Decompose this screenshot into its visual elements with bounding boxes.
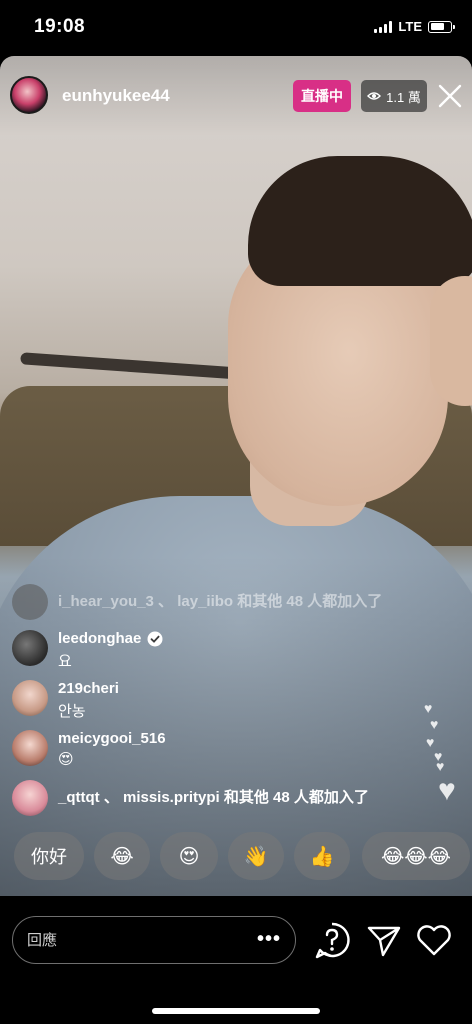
comment-username[interactable]: 219cheri <box>58 680 119 697</box>
comment-avatar[interactable] <box>12 680 48 716</box>
verified-badge-icon <box>147 631 163 646</box>
comment-item: meicygooi_516 😍 <box>12 730 166 768</box>
viewer-count: 1.1 萬 <box>386 89 421 105</box>
reply-field[interactable]: ••• <box>12 916 296 964</box>
join-users: i_hear_you_3 、 lay_iibo <box>58 593 234 610</box>
join-users: _qttqt 、 missis.pritypi <box>58 789 220 806</box>
quick-reply-wave[interactable]: 👋 <box>228 832 284 880</box>
question-icon[interactable] <box>312 920 352 960</box>
comment-avatar[interactable] <box>12 630 48 666</box>
bottom-bar: ••• <box>0 896 472 1024</box>
signal-icon <box>374 20 393 33</box>
quick-reply-thumbs-up[interactable]: 👍 <box>294 832 350 880</box>
comment-message: 안농 <box>58 703 86 720</box>
status-time: 19:08 <box>34 16 86 37</box>
quick-reply-hello[interactable]: 你好 <box>14 832 84 880</box>
viewer-count-button[interactable]: 1.1 萬 <box>361 80 427 112</box>
comment-avatar[interactable] <box>12 730 48 766</box>
heart-icon: ♥ <box>424 700 433 716</box>
comment-message: 요 <box>58 653 72 670</box>
eye-icon <box>367 92 382 100</box>
like-heart-icon[interactable] <box>414 920 454 960</box>
comment-item: 219cheri 안농 <box>12 680 119 721</box>
quick-reply-heart-eyes[interactable]: 😍 <box>160 832 218 880</box>
heart-icon: ♥ <box>436 758 445 774</box>
comment-username[interactable]: leedonghae <box>58 630 141 647</box>
send-icon[interactable] <box>364 920 404 960</box>
heart-icon: ♥ <box>438 774 456 807</box>
host-avatar[interactable] <box>10 76 48 114</box>
quick-reply-bar: 你好 😂 😍 👋 👍 😂😂😂 <box>0 832 472 882</box>
live-video <box>0 56 472 896</box>
home-indicator <box>152 1008 320 1014</box>
join-avatar[interactable] <box>12 584 48 620</box>
live-badge: 直播中 <box>293 80 351 112</box>
status-indicators: LTE <box>374 19 455 34</box>
comment-username[interactable]: meicygooi_516 <box>58 730 166 747</box>
hand <box>430 276 472 406</box>
join-notice: _qttqt 、 missis.pritypi 和其他 48 人都加入了 <box>12 780 369 816</box>
live-header: eunhyukee44 直播中 1.1 萬 <box>0 56 472 136</box>
comment-message: 😍 <box>58 751 74 768</box>
comment-item: leedonghae 요 <box>12 630 163 671</box>
join-suffix: 和其他 48 人都加入了 <box>237 593 383 610</box>
battery-level <box>430 23 445 30</box>
close-icon[interactable] <box>437 83 463 109</box>
battery-icon <box>428 20 455 33</box>
join-notice: i_hear_you_3 、 lay_iibo 和其他 48 人都加入了 <box>12 584 382 620</box>
join-suffix: 和其他 48 人都加入了 <box>223 789 369 806</box>
reply-input[interactable] <box>25 917 249 964</box>
hair <box>248 156 472 286</box>
network-type: LTE <box>398 19 422 34</box>
quick-reply-triple-laugh[interactable]: 😂😂😂 <box>362 832 470 880</box>
quick-reply-laugh[interactable]: 😂 <box>94 832 150 880</box>
status-bar: 19:08 LTE <box>0 0 472 56</box>
join-avatar[interactable] <box>12 780 48 816</box>
more-options-icon[interactable]: ••• <box>257 929 281 949</box>
host-username[interactable]: eunhyukee44 <box>62 86 170 106</box>
heart-icon: ♥ <box>430 716 439 732</box>
floating-hearts: ♥ ♥ ♥ ♥ ♥ ♥ <box>420 700 468 810</box>
